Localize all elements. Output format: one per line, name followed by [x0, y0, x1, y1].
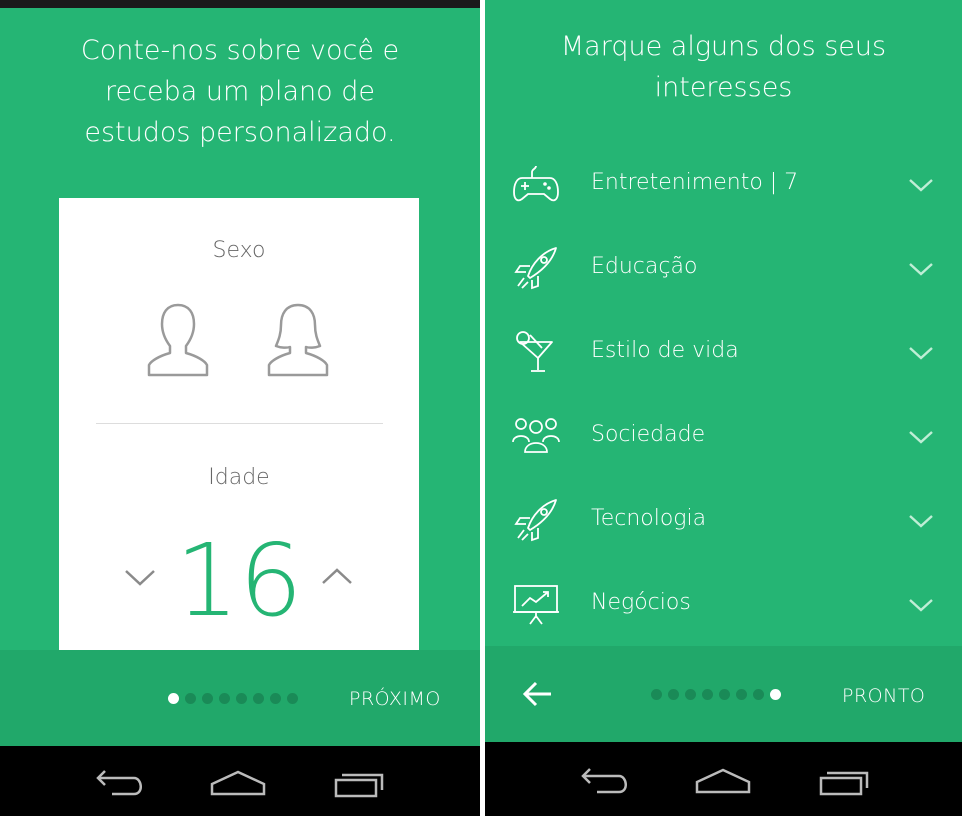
home-nav-button[interactable] [693, 764, 753, 798]
page-title-line: Conte-nos sobre você e [80, 35, 400, 66]
page-dot-active [770, 689, 781, 700]
presentation-chart-icon [513, 585, 559, 625]
back-nav-button[interactable] [575, 764, 635, 798]
arrow-left-icon [522, 681, 551, 707]
page-indicator [651, 689, 781, 700]
back-nav-button[interactable] [90, 766, 150, 800]
page-dot [702, 689, 713, 700]
system-nav-bar [0, 746, 480, 816]
page-dot [270, 693, 281, 704]
page-dot [753, 689, 764, 700]
category-label: Negócios [591, 590, 691, 615]
page-dot [685, 689, 696, 700]
page-title-line: estudos personalizado. [84, 117, 396, 148]
page-dot [202, 693, 213, 704]
page-title-line: Marque alguns dos seus [560, 31, 887, 62]
page-dot [253, 693, 264, 704]
chevron-down-icon [909, 431, 933, 444]
male-user-icon [147, 303, 209, 377]
category-label: Educação [591, 254, 698, 279]
back-nav-icon [581, 768, 627, 794]
next-button[interactable]: PRÓXIMO [349, 688, 441, 710]
page-dot [236, 693, 247, 704]
card-divider [96, 423, 383, 424]
system-nav-bar [485, 742, 962, 816]
home-nav-button[interactable] [208, 766, 268, 800]
gamepad-icon [513, 165, 559, 202]
cocktail-icon [516, 331, 553, 372]
interests-screen: Marque alguns dos seus interesses Entret… [485, 0, 962, 816]
page-dot-active [168, 693, 179, 704]
chevron-up-icon [322, 568, 352, 584]
page-dot [668, 689, 679, 700]
home-nav-icon [695, 768, 751, 794]
category-label: Sociedade [591, 422, 706, 447]
category-row-estilo-de-vida[interactable]: Estilo de vida [485, 310, 962, 394]
age-increase-button[interactable] [320, 566, 354, 588]
recents-nav-button[interactable] [815, 764, 875, 798]
status-bar [0, 0, 480, 8]
bottom-bar: PRÓXIMO [0, 650, 480, 746]
category-row-tecnologia[interactable]: Tecnologia [485, 478, 962, 562]
chevron-down-icon [909, 599, 933, 612]
category-row-negocios[interactable]: Negócios [485, 562, 962, 646]
back-nav-icon [96, 770, 142, 796]
male-avatar-button[interactable] [145, 301, 211, 379]
age-label: Idade [208, 465, 270, 490]
chevron-down-icon [909, 347, 933, 360]
page-title-line: interesses [654, 72, 793, 103]
age-value: 16 [175, 522, 303, 639]
rocket-icon [514, 247, 557, 290]
page-dot [719, 689, 730, 700]
page-dot [651, 689, 662, 700]
profile-card: Sexo Idade 16 [59, 198, 419, 658]
page-dot [185, 693, 196, 704]
page-title-line: receba um plano de [105, 76, 375, 107]
female-avatar-button[interactable] [265, 301, 331, 379]
chevron-down-icon [909, 263, 933, 276]
category-row-entretenimento[interactable]: Entretenimento | 7 [485, 142, 962, 226]
recents-nav-icon [819, 771, 869, 796]
bottom-bar: PRONTO [485, 646, 962, 742]
chevron-down-icon [909, 515, 933, 528]
category-label: Tecnologia [591, 506, 707, 531]
page-title: Marque alguns dos seus interesses [485, 26, 962, 108]
recents-nav-icon [334, 773, 384, 798]
rocket-icon [514, 499, 557, 542]
chevron-down-icon [909, 179, 933, 192]
page-dot [287, 693, 298, 704]
page-dot [736, 689, 747, 700]
home-nav-icon [210, 770, 266, 796]
recents-nav-button[interactable] [330, 766, 390, 800]
page-dot [219, 693, 230, 704]
category-row-sociedade[interactable]: Sociedade [485, 394, 962, 478]
category-label: Entretenimento | 7 [591, 170, 799, 195]
people-group-icon [512, 418, 560, 453]
onboarding-profile-screen: Conte-nos sobre você e receba um plano d… [0, 0, 480, 816]
female-user-icon [267, 303, 329, 377]
back-button[interactable] [521, 680, 553, 708]
page-indicator [168, 693, 298, 704]
category-row-educacao[interactable]: Educação [485, 226, 962, 310]
sex-label: Sexo [212, 238, 266, 263]
done-button[interactable]: PRONTO [842, 685, 925, 707]
category-label: Estilo de vida [591, 338, 739, 363]
page-title: Conte-nos sobre você e receba um plano d… [0, 30, 480, 153]
